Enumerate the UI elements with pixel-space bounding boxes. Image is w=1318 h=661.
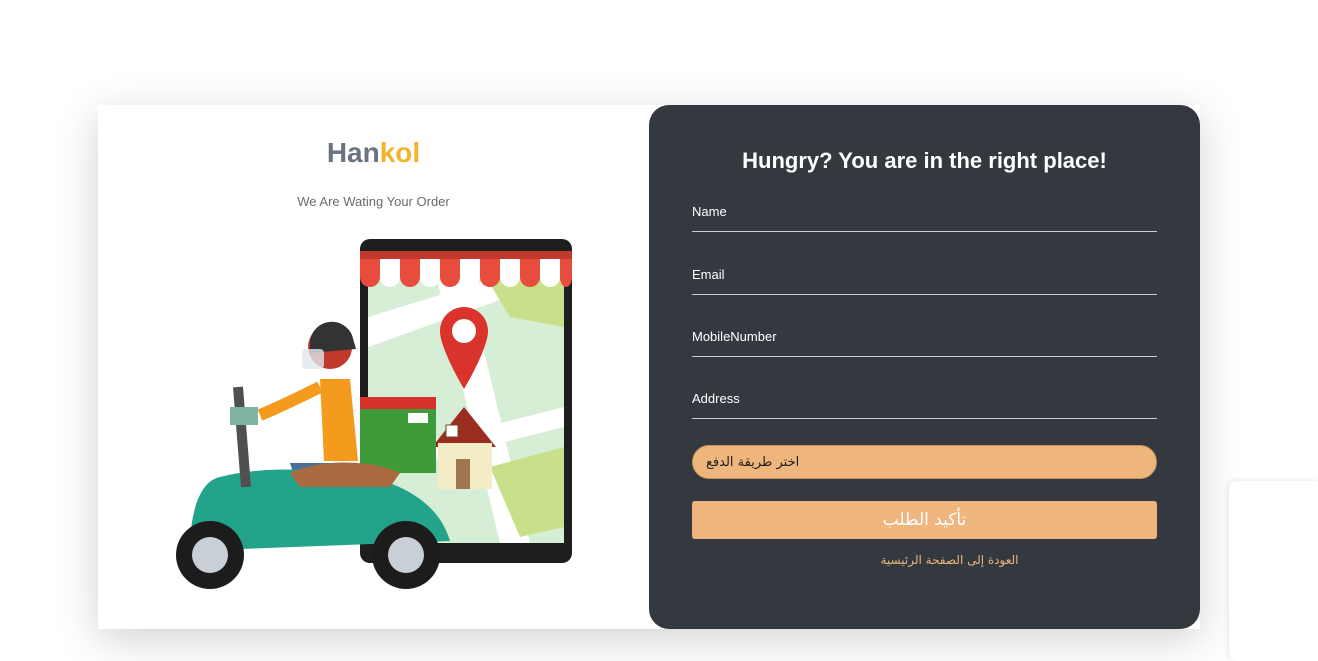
name-field[interactable]: Name <box>692 204 1157 232</box>
illustration-panel: Hankol We Are Wating Your Order <box>98 105 649 629</box>
address-label: Address <box>692 391 740 406</box>
brand-part-1: Han <box>326 137 380 168</box>
name-label: Name <box>692 204 727 219</box>
order-form-panel: Hungry? You are in the right place! Name… <box>649 105 1200 629</box>
confirm-order-button[interactable]: تأكيد الطلب <box>692 501 1157 539</box>
email-label: Email <box>692 267 725 282</box>
address-field[interactable]: Address <box>692 391 1157 419</box>
order-card: Hankol We Are Wating Your Order Hungry? … <box>98 105 1200 629</box>
tagline: We Are Wating Your Order <box>297 194 450 209</box>
brand-logo: Hankol <box>98 137 649 169</box>
email-field[interactable]: Email <box>692 267 1157 295</box>
delivery-scooter-illustration <box>176 239 572 589</box>
form-heading: Hungry? You are in the right place! <box>742 148 1107 173</box>
mobile-number-field[interactable]: MobileNumber <box>692 329 1157 357</box>
payment-method-select[interactable]: اختر طريقة الدفع <box>692 445 1157 479</box>
corner-widget <box>1229 481 1318 661</box>
mobile-number-label: MobileNumber <box>692 329 777 344</box>
brand-part-2: kol <box>379 137 421 168</box>
back-to-home-link[interactable]: العودة إلى الصفحة الرئيسية <box>649 553 1200 567</box>
